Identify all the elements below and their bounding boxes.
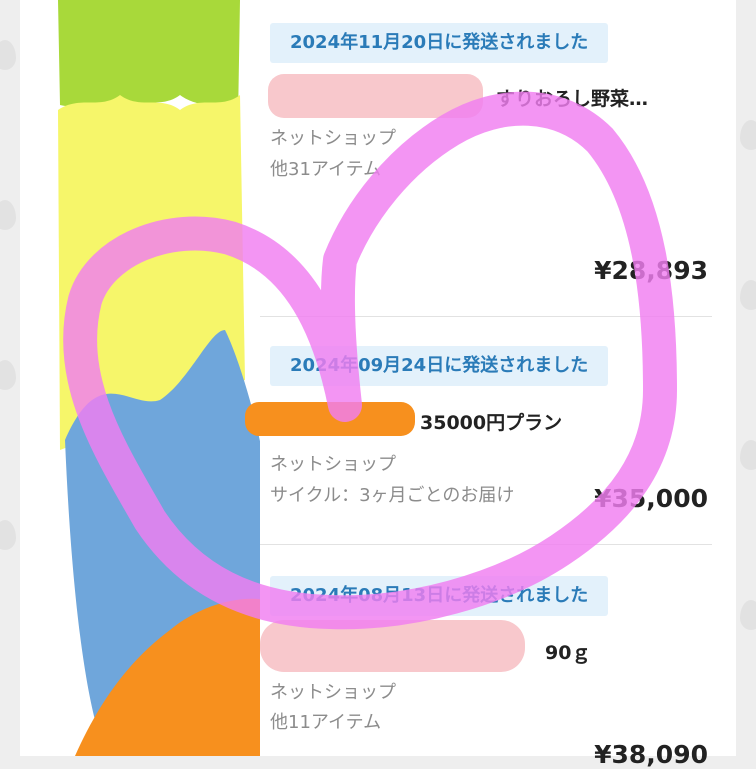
background-drop-icon [0,360,16,390]
background-drop-icon [0,520,16,550]
background-drop-icon [740,280,756,310]
background-drop-icon [740,600,756,630]
background-drop-icon [0,200,16,230]
redacted-product-name [260,620,525,672]
item-count: 他11アイテム [270,712,382,733]
product-name: 90ｇ [545,642,591,664]
background-drop-icon [740,440,756,470]
order-item[interactable]: 2024年08月13日に発送されました 90ｇ ネットショップ 他11アイテム … [20,0,736,769]
background-drop-icon [0,40,16,70]
order-price: ¥38,090 [594,740,708,769]
shop-name: ネットショップ [270,682,396,703]
order-history-list: 2024年11月20日に発送されました すりおろし野菜… ネットショップ 他31… [20,0,736,769]
shipped-date-badge: 2024年08月13日に発送されました [270,576,609,616]
background-drop-icon [740,120,756,150]
